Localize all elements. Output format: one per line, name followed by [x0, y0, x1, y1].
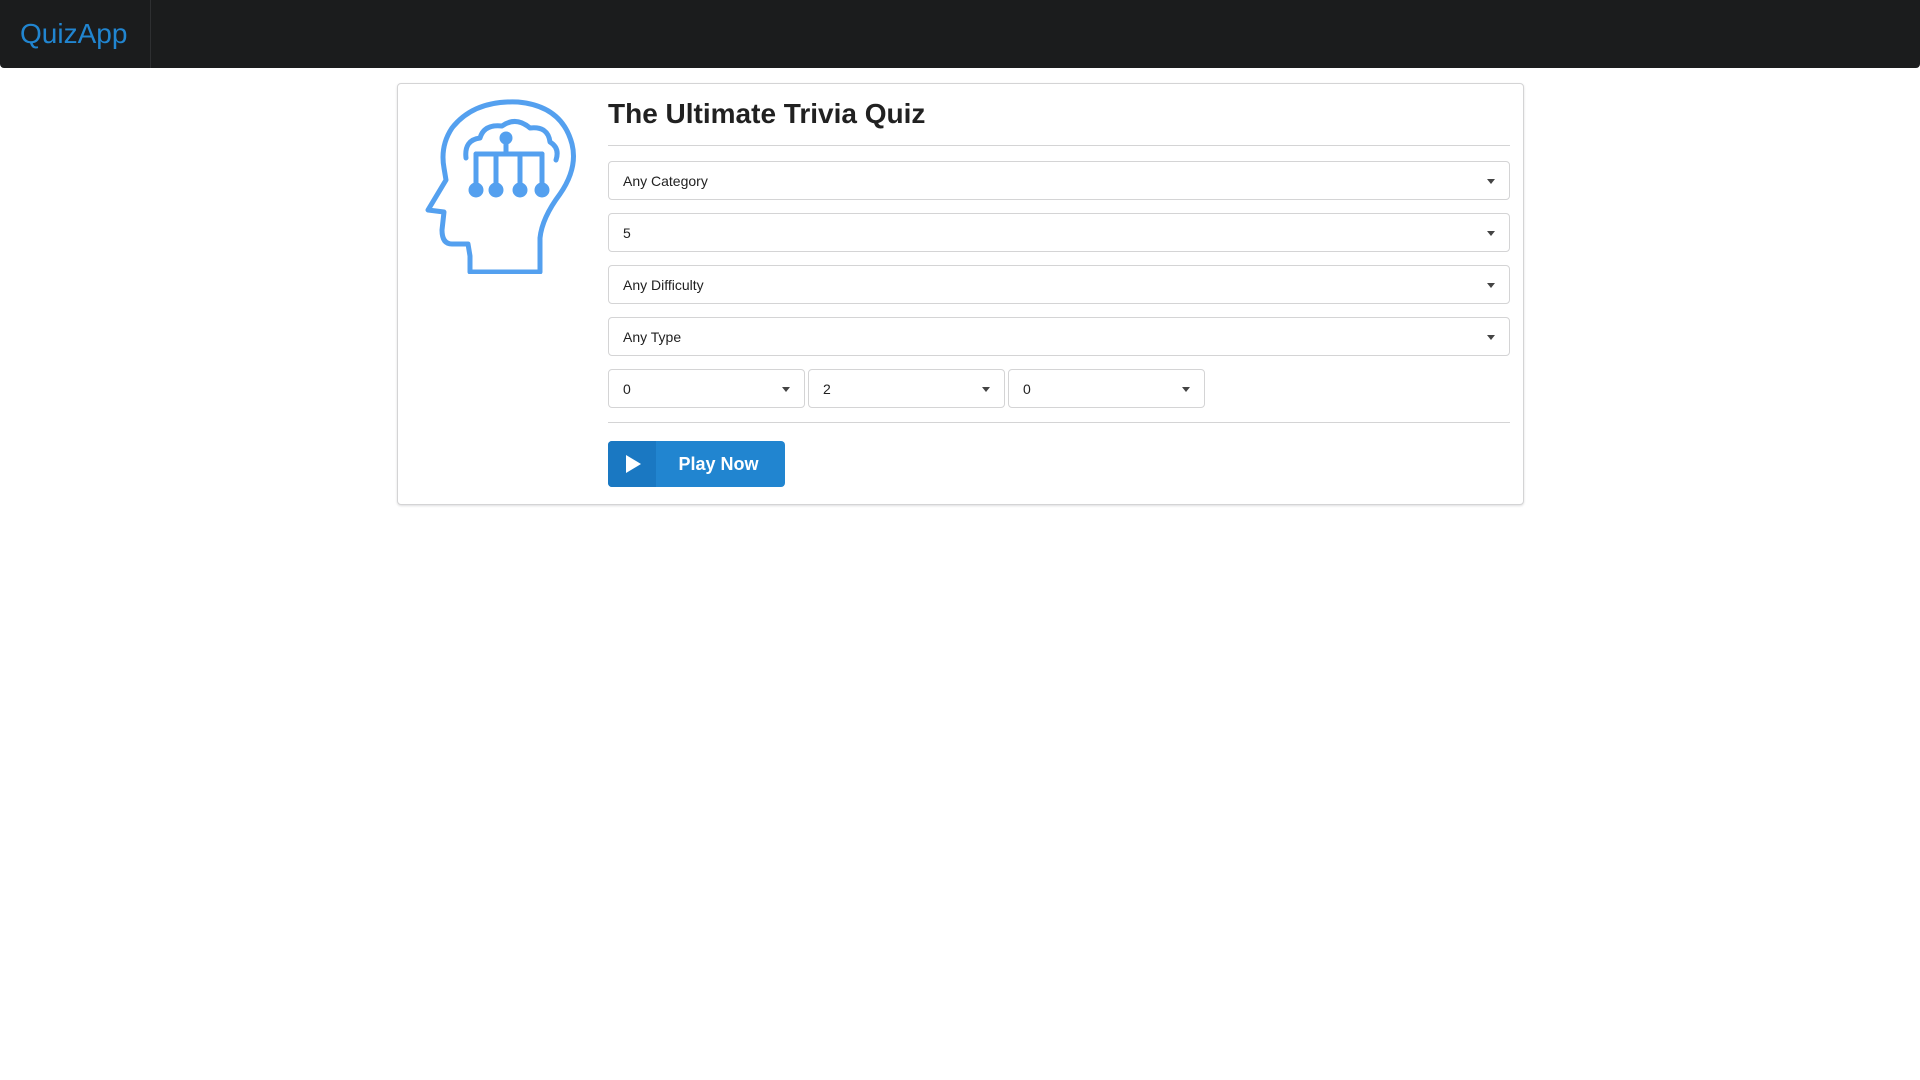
page-title: The Ultimate Trivia Quiz [608, 98, 926, 129]
play-now-label: Play Now [678, 453, 759, 474]
minutes-selected-value: 2 [823, 380, 831, 397]
brand-link[interactable]: QuizApp [0, 0, 151, 68]
hours-selected-value: 0 [623, 380, 631, 397]
type-selected-value: Any Type [623, 328, 682, 345]
difficulty-dropdown[interactable]: Any Difficulty [608, 265, 1510, 304]
play-icon [608, 441, 656, 487]
category-selected-value: Any Category [623, 172, 708, 189]
title-divider [608, 145, 1510, 146]
brain-network-head-icon [425, 99, 576, 274]
dropdown-caret-icon [782, 386, 790, 392]
dropdown-caret-icon [1182, 386, 1190, 392]
category-dropdown[interactable]: Any Category [608, 161, 1510, 200]
question-count-dropdown[interactable]: 5 [608, 213, 1510, 252]
dropdown-caret-icon [1487, 178, 1495, 184]
dropdown-caret-icon [982, 386, 990, 392]
top-navbar: QuizApp [0, 0, 1920, 68]
difficulty-selected-value: Any Difficulty [623, 276, 704, 293]
type-dropdown[interactable]: Any Type [608, 317, 1510, 356]
dropdown-caret-icon [1487, 282, 1495, 288]
dropdown-caret-icon [1487, 334, 1495, 340]
form-divider [608, 422, 1510, 423]
seconds-selected-value: 0 [1023, 380, 1031, 397]
play-now-button[interactable]: Play Now [608, 441, 785, 487]
quiz-setup-card: The Ultimate Trivia Quiz Any Category 5 … [397, 83, 1524, 505]
question-count-selected-value: 5 [623, 224, 631, 241]
dropdown-caret-icon [1487, 230, 1495, 236]
hours-dropdown[interactable]: 0 [608, 369, 805, 408]
seconds-dropdown[interactable]: 0 [1008, 369, 1205, 408]
minutes-dropdown[interactable]: 2 [808, 369, 1005, 408]
